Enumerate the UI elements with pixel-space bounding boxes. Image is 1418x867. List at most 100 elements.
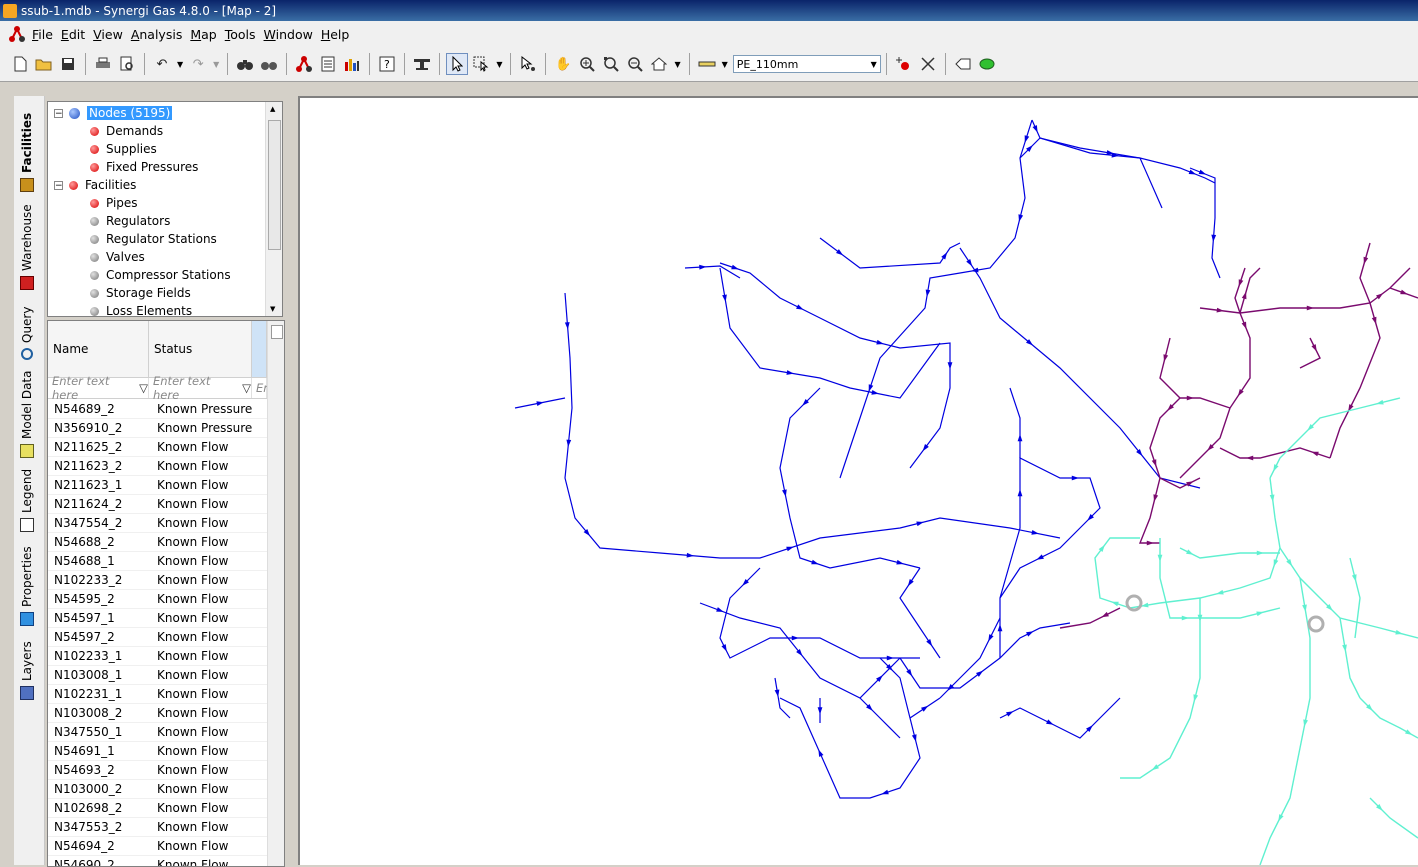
column-header-extra[interactable] xyxy=(252,321,267,377)
split-pipe-icon[interactable] xyxy=(917,53,939,75)
table-row[interactable]: N356910_2Known Pressure xyxy=(48,418,268,438)
table-row[interactable]: N54689_2Known Pressure xyxy=(48,399,268,419)
purple-pipe-segment[interactable] xyxy=(1060,608,1120,628)
table-row[interactable]: N54693_2Known Flow xyxy=(48,760,268,780)
find-binoculars-icon[interactable] xyxy=(234,53,256,75)
tab-layers[interactable]: Layers xyxy=(20,641,34,700)
purple-pipe-segment[interactable] xyxy=(1200,268,1410,313)
edit-node-icon[interactable] xyxy=(517,53,539,75)
menu-view[interactable]: View xyxy=(89,27,127,42)
table-row[interactable]: N347554_2Known Flow xyxy=(48,513,268,533)
table-row[interactable]: N103008_2Known Flow xyxy=(48,703,268,723)
tree-item-storage-fields[interactable]: Storage Fields xyxy=(90,284,191,302)
purple-pipe-segment[interactable] xyxy=(1180,268,1250,478)
new-file-icon[interactable] xyxy=(9,53,31,75)
zoom-out-icon[interactable] xyxy=(624,53,646,75)
network-model-icon[interactable] xyxy=(293,53,315,75)
menu-file[interactable]: File xyxy=(28,27,57,42)
blue-pipe-segment[interactable] xyxy=(940,618,1000,698)
blue-pipe-segment[interactable] xyxy=(1190,168,1220,278)
blue-pipe-segment[interactable] xyxy=(780,388,920,568)
grid-scroll-thumb[interactable] xyxy=(271,325,283,339)
blue-pipe-segment[interactable] xyxy=(860,698,900,738)
scroll-up-icon[interactable]: ▲ xyxy=(270,105,275,113)
redo-dropdown-icon[interactable]: ▼ xyxy=(213,60,219,69)
collapse-icon[interactable]: − xyxy=(54,109,63,118)
menu-help[interactable]: Help xyxy=(317,27,354,42)
print-icon[interactable] xyxy=(92,53,114,75)
blue-pipe-segment[interactable] xyxy=(960,248,1200,488)
column-header-status[interactable]: Status xyxy=(149,321,252,377)
tree-item-loss-elements[interactable]: Loss Elements xyxy=(90,302,192,317)
select-dropdown-icon[interactable]: ▼ xyxy=(496,60,502,69)
blue-pipe-segment[interactable] xyxy=(1000,698,1120,738)
menu-tools[interactable]: Tools xyxy=(221,27,260,42)
purple-pipe-segment[interactable] xyxy=(1140,478,1160,543)
tree-item-supplies[interactable]: Supplies xyxy=(90,140,157,158)
tree-item-demands[interactable]: Demands xyxy=(90,122,163,140)
tree-item-pipes[interactable]: Pipes xyxy=(90,194,138,212)
table-row[interactable]: N54597_1Known Flow xyxy=(48,608,268,628)
menu-window[interactable]: Window xyxy=(260,27,317,42)
table-row[interactable]: N102233_1Known Flow xyxy=(48,646,268,666)
pipe-tool-icon[interactable] xyxy=(411,53,433,75)
select-arrow-icon[interactable] xyxy=(446,53,468,75)
cyan-pipe-segment[interactable] xyxy=(1260,578,1310,865)
table-row[interactable]: N211623_2Known Flow xyxy=(48,456,268,476)
tab-facilities[interactable]: Facilities xyxy=(20,113,34,192)
table-row[interactable]: N211623_1Known Flow xyxy=(48,475,268,495)
undo-dropdown-icon[interactable]: ▼ xyxy=(177,60,183,69)
print-preview-icon[interactable] xyxy=(116,53,138,75)
extra-filter-input[interactable]: En xyxy=(252,378,267,398)
blue-pipe-segment[interactable] xyxy=(1020,138,1162,208)
cyan-pipe-segment[interactable] xyxy=(1180,548,1280,558)
undo-icon[interactable]: ↶ xyxy=(151,53,173,75)
cyan-pipe-segment[interactable] xyxy=(1340,618,1360,698)
pipe-draw-icon[interactable] xyxy=(696,53,718,75)
pipe-draw-dropdown-icon[interactable]: ▼ xyxy=(722,60,728,69)
collapse-icon[interactable]: − xyxy=(54,181,63,190)
tag-label-icon[interactable] xyxy=(952,53,974,75)
context-help-icon[interactable]: ? xyxy=(376,53,398,75)
blue-pipe-segment[interactable] xyxy=(780,658,920,798)
name-filter-input[interactable]: Enter text here ▽ xyxy=(48,378,149,398)
tree-scrollbar[interactable]: ▲ ▼ xyxy=(265,102,282,316)
menu-edit[interactable]: Edit xyxy=(57,27,89,42)
add-node-icon[interactable] xyxy=(893,53,915,75)
map-canvas[interactable] xyxy=(298,96,1418,865)
zoom-in-icon[interactable] xyxy=(576,53,598,75)
filter-funnel-icon[interactable]: ▽ xyxy=(242,381,251,395)
table-row[interactable]: N102231_1Known Flow xyxy=(48,684,268,704)
table-row[interactable]: N103008_1Known Flow xyxy=(48,665,268,685)
regulator-station-icon[interactable] xyxy=(1309,617,1323,631)
cyan-pipe-segment[interactable] xyxy=(1350,558,1360,638)
table-row[interactable]: N54597_2Known Flow xyxy=(48,627,268,647)
tree-item-nodes-5195[interactable]: −Nodes (5195) xyxy=(54,104,172,122)
purple-pipe-segment[interactable] xyxy=(1330,243,1380,458)
purple-pipe-segment[interactable] xyxy=(1160,338,1230,408)
cyan-pipe-segment[interactable] xyxy=(1280,548,1418,638)
tab-warehouse[interactable]: Warehouse xyxy=(20,204,34,290)
table-row[interactable]: N211624_2Known Flow xyxy=(48,494,268,514)
pipe-type-select[interactable]: PE_110mm ▼ xyxy=(733,55,881,73)
cyan-pipe-segment[interactable] xyxy=(1270,398,1400,478)
blue-pipe-segment[interactable] xyxy=(720,568,920,658)
tab-query[interactable]: Query xyxy=(20,307,34,360)
table-row[interactable]: N102698_2Known Flow xyxy=(48,798,268,818)
blue-pipe-segment[interactable] xyxy=(720,263,950,468)
view-dropdown-icon[interactable]: ▼ xyxy=(674,60,680,69)
cyan-pipe-segment[interactable] xyxy=(1120,598,1200,778)
blue-pipe-segment[interactable] xyxy=(1032,120,1215,183)
zoom-extents-icon[interactable] xyxy=(600,53,622,75)
home-view-icon[interactable] xyxy=(648,53,670,75)
table-row[interactable]: N102233_2Known Flow xyxy=(48,570,268,590)
open-folder-icon[interactable] xyxy=(33,53,55,75)
blue-pipe-segment[interactable] xyxy=(1000,458,1100,658)
tree-item-compressor-stations[interactable]: Compressor Stations xyxy=(90,266,231,284)
tab-legend[interactable]: Legend xyxy=(20,469,34,532)
grid-scrollbar[interactable] xyxy=(267,321,285,866)
table-row[interactable]: N54694_2Known Flow xyxy=(48,836,268,856)
blue-pipe-segment[interactable] xyxy=(565,293,1060,558)
tree-item-regulator-stations[interactable]: Regulator Stations xyxy=(90,230,217,248)
menu-analysis[interactable]: Analysis xyxy=(127,27,187,42)
